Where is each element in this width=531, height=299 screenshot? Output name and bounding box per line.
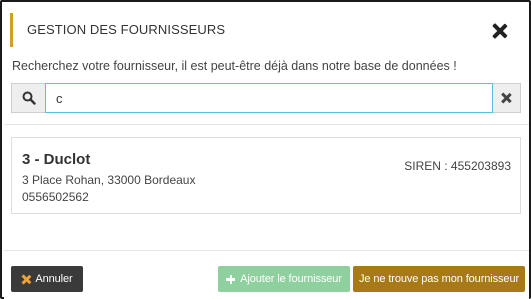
supplier-siren: SIREN : 455203893 bbox=[404, 159, 511, 173]
modal-header: GESTION DES FOURNISSEURS bbox=[10, 13, 510, 47]
add-supplier-button[interactable]: Ajouter le fournisseur bbox=[218, 266, 350, 292]
clear-icon[interactable] bbox=[493, 84, 521, 112]
modal-title: GESTION DES FOURNISSEURS bbox=[27, 22, 226, 37]
plus-icon bbox=[226, 274, 236, 284]
supplier-phone: 0556502562 bbox=[22, 190, 89, 204]
supplier-address: 3 Place Rohan, 33000 Bordeaux bbox=[22, 173, 196, 187]
not-found-label: Je ne trouve pas mon fournisseur bbox=[358, 273, 520, 285]
divider bbox=[4, 124, 529, 125]
cancel-label: Annuler bbox=[35, 273, 73, 285]
times-icon bbox=[21, 275, 30, 284]
search-group bbox=[11, 83, 521, 113]
supplier-result[interactable]: 3 - Duclot 3 Place Rohan, 33000 Bordeaux… bbox=[11, 137, 521, 214]
supplier-not-found-button[interactable]: Je ne trouve pas mon fournisseur bbox=[353, 266, 525, 292]
supplier-name: 3 - Duclot bbox=[22, 151, 91, 168]
search-input[interactable] bbox=[45, 83, 493, 113]
close-icon[interactable] bbox=[492, 23, 508, 39]
add-supplier-label: Ajouter le fournisseur bbox=[240, 273, 342, 285]
search-icon bbox=[12, 84, 45, 112]
supplier-modal: GESTION DES FOURNISSEURS Recherchez votr… bbox=[0, 0, 531, 299]
search-hint: Recherchez votre fournisseur, il est peu… bbox=[12, 59, 457, 73]
modal-footer: Annuler Ajouter le fournisseur Je ne tro… bbox=[4, 250, 529, 299]
cancel-button[interactable]: Annuler bbox=[11, 266, 83, 292]
